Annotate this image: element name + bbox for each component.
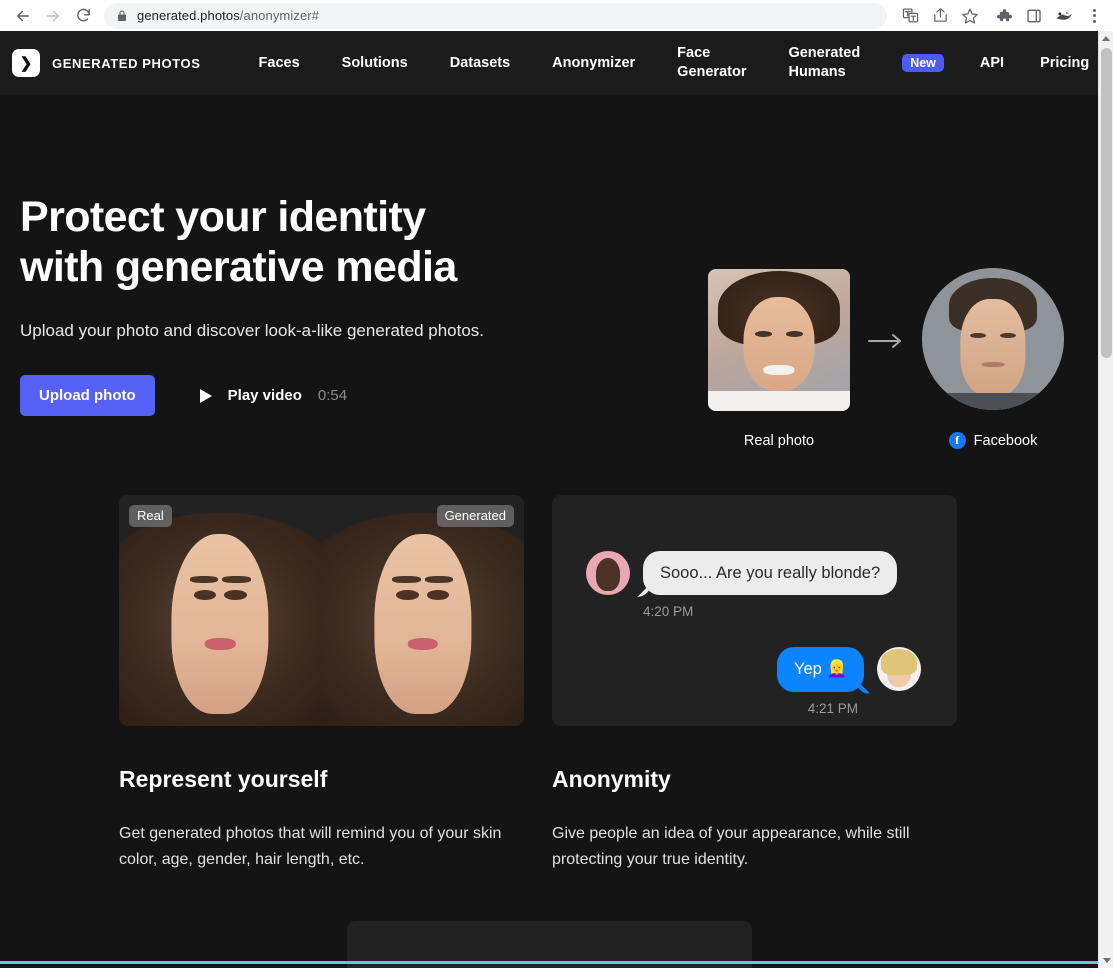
chat-outgoing-row: Yep 👱‍♀️ <box>586 647 921 692</box>
right-arrow-icon <box>868 333 901 348</box>
nav-item-solutions[interactable]: Solutions <box>342 54 408 73</box>
nav-links: Faces Solutions Datasets Anonymizer Face… <box>259 44 903 82</box>
generated-badge: Generated <box>436 505 514 528</box>
extension-avatar-icon[interactable] <box>1049 1 1079 31</box>
hero-figures: Real photo f Facebook <box>708 268 1064 449</box>
nav-item-face-generator[interactable]: Face Generator <box>677 44 746 82</box>
chat-mockup: Sooo... Are you really blonde? 4:20 PM Y… <box>552 495 957 726</box>
side-panel-icon[interactable] <box>1019 1 1049 31</box>
lock-icon <box>116 10 128 22</box>
play-video-label: Play video <box>227 387 302 404</box>
scrollbar-thumb[interactable] <box>1101 48 1112 358</box>
page-bottom-accent-line <box>0 961 1098 964</box>
upload-photo-button[interactable]: Upload photo <box>20 375 155 416</box>
chevron-right-logo-icon: ❯ <box>12 49 40 77</box>
faces-collage <box>119 495 524 726</box>
real-face <box>119 495 322 726</box>
generated-photo-figure: f Facebook <box>922 268 1064 449</box>
translate-icon[interactable] <box>895 1 925 31</box>
facebook-icon: f <box>948 432 966 449</box>
real-photo-image <box>708 268 850 411</box>
chat-outgoing-time: 4:21 PM <box>807 700 858 716</box>
feature-cards: Real Generated Represent yourself Get ge… <box>0 495 1098 873</box>
toolbar-icons <box>895 1 1113 31</box>
transform-arrow <box>850 332 922 350</box>
feature-represent-yourself: Real Generated Represent yourself Get ge… <box>119 495 524 873</box>
avatar <box>877 647 921 692</box>
nav-item-faces[interactable]: Faces <box>259 54 300 73</box>
nav-right-group: New API Pricing Sign In <box>902 53 1098 73</box>
feature-heading-anonymity: Anonymity <box>552 766 671 792</box>
feature-heading-represent: Represent yourself <box>119 766 328 792</box>
real-photo-figure: Real photo <box>708 268 850 449</box>
real-photo-caption: Real photo <box>743 432 815 449</box>
real-badge: Real <box>129 505 172 528</box>
hero-title-line-1: Protect your identity <box>20 193 426 241</box>
vertical-scrollbar[interactable] <box>1098 31 1113 968</box>
chat-incoming-row: Sooo... Are you really blonde? <box>586 551 921 596</box>
generated-photo-image <box>922 268 1064 410</box>
feature-body-anonymity: Give people an idea of your appearance, … <box>552 825 910 868</box>
new-badge: New <box>902 53 944 73</box>
share-icon[interactable] <box>925 1 955 31</box>
chat-incoming-time: 4:20 PM <box>643 604 694 620</box>
chat-outgoing-bubble: Yep 👱‍♀️ <box>777 647 864 692</box>
feature-body-represent: Get generated photos that will remind yo… <box>119 825 502 868</box>
nav-item-generated-humans[interactable]: Generated Humans <box>788 44 860 82</box>
brand-name: GENERATED PHOTOS <box>52 55 201 71</box>
page-viewport: ❯ GENERATED PHOTOS Faces Solutions Datas… <box>0 31 1098 968</box>
browser-toolbar: generated.photos/anonymizer# <box>0 0 1113 31</box>
nav-item-pricing[interactable]: Pricing <box>1040 54 1089 73</box>
avatar <box>586 551 630 595</box>
address-bar[interactable]: generated.photos/anonymizer# <box>104 2 887 29</box>
extensions-puzzle-icon[interactable] <box>989 1 1019 31</box>
nav-item-anonymizer[interactable]: Anonymizer <box>552 54 635 73</box>
feature-anonymity: Sooo... Are you really blonde? 4:20 PM Y… <box>552 495 957 873</box>
brand-logo[interactable]: ❯ GENERATED PHOTOS <box>12 49 201 77</box>
scroll-up-arrow[interactable] <box>1099 31 1113 46</box>
video-duration: 0:54 <box>317 387 348 404</box>
hero-title-line-2: with generative media <box>20 243 457 291</box>
back-button[interactable] <box>8 1 38 31</box>
comparison-image: Real Generated <box>119 495 524 726</box>
page-title: Protect your identity with generative me… <box>20 192 640 292</box>
nav-item-api[interactable]: API <box>980 54 1004 73</box>
generated-photo-caption: f Facebook <box>922 432 1064 449</box>
facebook-label: Facebook <box>973 432 1038 449</box>
chat-incoming-bubble: Sooo... Are you really blonde? <box>643 551 898 596</box>
play-video-button[interactable]: Play video 0:54 <box>199 387 348 404</box>
scroll-down-arrow[interactable] <box>1099 953 1113 968</box>
reload-button[interactable] <box>68 1 98 31</box>
url-text: generated.photos/anonymizer# <box>137 8 320 23</box>
chrome-menu-icon[interactable] <box>1079 1 1109 31</box>
play-icon <box>199 388 212 403</box>
nav-item-datasets[interactable]: Datasets <box>450 54 510 73</box>
forward-button[interactable] <box>38 1 68 31</box>
bookmark-star-icon[interactable] <box>955 1 985 31</box>
site-navbar: ❯ GENERATED PHOTOS Faces Solutions Datas… <box>0 31 1098 95</box>
generated-face <box>321 495 524 726</box>
hero-section: Protect your identity with generative me… <box>0 95 1098 495</box>
